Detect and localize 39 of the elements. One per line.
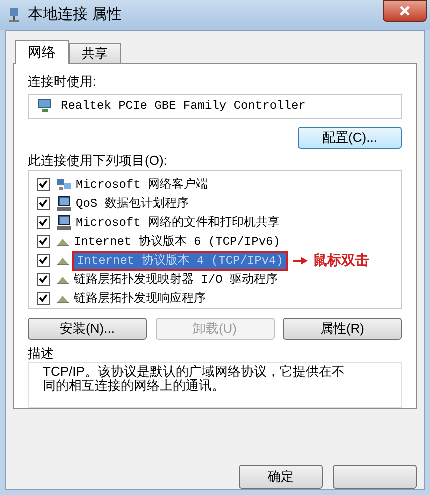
list-item[interactable]: Internet 协议版本 6 (TCP/IPv6) <box>74 234 280 250</box>
tab[interactable]: 共享 <box>69 43 121 63</box>
close-button[interactable] <box>383 0 427 22</box>
network-client-icon <box>56 178 72 192</box>
protocol-icon <box>56 274 70 285</box>
list-label: 此连接使用下列项目(O): <box>28 152 168 170</box>
list-item[interactable]: 链路层拓扑发现映射器 I/O 驱动程序 <box>74 272 278 288</box>
window-title: 本地连接 属性 <box>28 4 122 25</box>
configure-button[interactable]: 配置(C)... <box>298 126 402 149</box>
list-item[interactable]: 链路层拓扑发现响应程序 <box>74 290 206 307</box>
computer-icon <box>56 196 72 212</box>
adapter-icon <box>37 98 53 114</box>
arrow-icon <box>293 256 310 266</box>
dialog-button[interactable] <box>333 465 417 489</box>
adapter-name: Realtek PCIe GBE Family Controller <box>61 98 306 115</box>
list-item[interactable]: QoS 数据包计划程序 <box>76 196 189 212</box>
protocol-icon <box>56 256 70 266</box>
checkbox[interactable] <box>37 216 50 230</box>
button[interactable]: 安装(N)... <box>28 318 147 340</box>
protocol-icon <box>56 294 70 304</box>
dialog-button[interactable]: 确定 <box>239 465 323 489</box>
description-text: TCP/IP。该协议是默认的广域网络协议，它提供在不同的相互连接的网络上的通讯。 <box>28 362 402 408</box>
field-label: 连接时使用: <box>28 73 98 91</box>
checkbox[interactable] <box>37 273 50 286</box>
annotation-label: 鼠标双击 <box>313 251 370 270</box>
checkbox[interactable] <box>37 197 50 210</box>
checkbox[interactable] <box>37 292 50 306</box>
list-item[interactable]: Microsoft 网络的文件和打印机共享 <box>76 214 280 231</box>
checkbox[interactable] <box>37 235 50 248</box>
close-icon <box>399 6 411 16</box>
network-icon <box>8 7 20 23</box>
computer-icon <box>56 214 72 231</box>
group-label: 描述 <box>28 346 55 362</box>
protocol-icon <box>56 236 70 247</box>
checkbox[interactable] <box>37 178 50 192</box>
button[interactable]: 属性(R) <box>283 318 402 340</box>
tab[interactable]: 网络 <box>15 40 69 64</box>
checkbox[interactable] <box>37 254 50 268</box>
list-item[interactable]: Microsoft 网络客户端 <box>76 176 208 193</box>
